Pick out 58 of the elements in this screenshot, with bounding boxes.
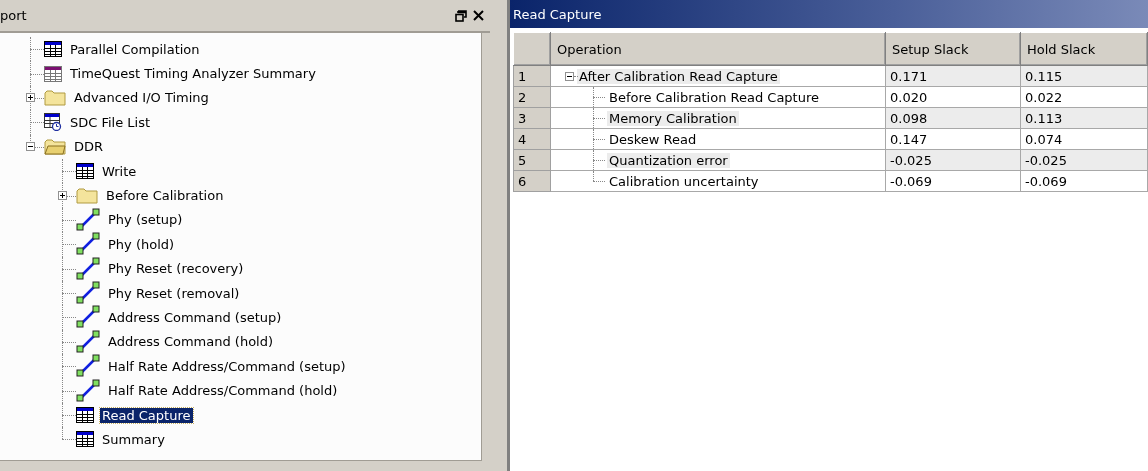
table-icon [76, 163, 94, 180]
expand-icon[interactable] [58, 191, 67, 201]
tree-item[interactable]: Parallel Compilation [68, 41, 202, 57]
folder-icon [44, 89, 66, 106]
table-cell: Quantization error [607, 152, 730, 168]
tree-item[interactable]: Half Rate Address/Command (setup) [106, 358, 348, 374]
tree-item[interactable]: Before Calibration [104, 188, 226, 204]
collapse-icon[interactable] [26, 142, 35, 152]
row-number: 5 [513, 149, 551, 171]
table-cell-text: Deskew Read [608, 131, 698, 147]
row-number: 2 [513, 86, 551, 108]
tree-item[interactable]: Phy Reset (recovery) [106, 261, 246, 277]
table-icon [76, 407, 94, 424]
tree-item[interactable]: DDR [72, 139, 106, 155]
table-cell: Memory Calibration [607, 110, 739, 126]
corner-header [513, 32, 551, 66]
row-number: 4 [513, 128, 551, 150]
column-header[interactable]: Operation [550, 32, 886, 66]
diagonal-line-icon [76, 256, 100, 281]
diagonal-line-icon [76, 354, 100, 379]
tree-item[interactable]: Advanced I/O Timing [72, 90, 211, 106]
diagonal-line-icon [76, 329, 100, 354]
collapse-icon[interactable] [565, 71, 574, 81]
table-clock-icon [44, 113, 62, 132]
table-icon [76, 431, 94, 448]
tree-item[interactable]: Write [100, 163, 139, 179]
column-header[interactable]: Setup Slack [885, 32, 1021, 66]
folder-icon [76, 187, 98, 204]
tree-item[interactable]: Half Rate Address/Command (hold) [106, 383, 340, 399]
diagonal-line-icon [76, 305, 100, 330]
open-folder-icon [44, 138, 66, 155]
table-icon [44, 65, 62, 82]
tree-item[interactable]: SDC File List [68, 114, 153, 130]
tree-item[interactable]: Summary [100, 431, 167, 447]
table-cell-text: Before Calibration Read Capture [608, 89, 820, 105]
tree-item[interactable]: Phy (setup) [106, 212, 185, 228]
diagonal-line-icon [76, 232, 100, 257]
tree-item[interactable]: Phy (hold) [106, 236, 177, 252]
column-header[interactable]: Hold Slack [1020, 32, 1148, 66]
row-number: 6 [513, 170, 551, 192]
diagonal-line-icon [76, 281, 100, 306]
table-cell-text: Calibration uncertainty [608, 173, 760, 189]
tree-item[interactable]: Phy Reset (removal) [106, 285, 242, 301]
row-number: 1 [513, 65, 551, 87]
restore-icon[interactable] [455, 9, 467, 22]
diagonal-line-icon [76, 207, 100, 232]
tree-item[interactable]: Address Command (setup) [106, 310, 284, 325]
close-icon[interactable] [473, 10, 484, 21]
expand-icon[interactable] [26, 93, 35, 103]
panel-title-bar: Read Capture [510, 0, 1148, 28]
table-cell: After Calibration Read Capture [577, 68, 780, 84]
panel-title: port [0, 8, 27, 23]
row-number: 3 [513, 107, 551, 129]
diagonal-line-icon [76, 378, 100, 403]
tree-item[interactable]: Address Command (hold) [106, 334, 276, 350]
tree-item[interactable]: TimeQuest Timing Analyzer Summary [68, 66, 318, 82]
tree-item[interactable]: Read Capture [100, 407, 193, 423]
table-icon [44, 41, 62, 58]
